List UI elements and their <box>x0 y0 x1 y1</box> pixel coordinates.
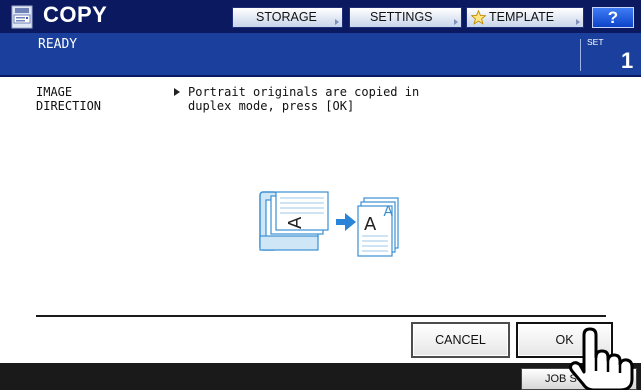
app-title: COPY <box>43 2 108 27</box>
submenu-arrow-icon <box>454 19 458 25</box>
help-button[interactable]: ? <box>592 7 634 28</box>
top-header: COPY STORAGE SETTINGS TEMPLATE ? <box>0 0 641 33</box>
hand-pointer-icon <box>569 327 634 390</box>
storage-button-label: STORAGE <box>256 10 317 24</box>
message-label-line1: IMAGE <box>36 85 73 99</box>
svg-text:A: A <box>285 216 306 229</box>
set-count: 1 <box>621 48 634 73</box>
message-label-line2: DIRECTION <box>36 99 102 113</box>
cancel-button[interactable]: CANCEL <box>411 322 510 358</box>
message-panel: IMAGE DIRECTION Portrait originals are c… <box>0 77 641 363</box>
status-bar: READY SET 1 <box>0 33 641 77</box>
separator <box>36 315 606 317</box>
settings-button[interactable]: SETTINGS <box>349 7 462 28</box>
pointer-arrow-icon <box>174 88 180 96</box>
template-button[interactable]: TEMPLATE <box>466 7 584 28</box>
message-text-line2: duplex mode, press [OK] <box>188 99 355 113</box>
set-divider <box>580 39 581 71</box>
template-button-label: TEMPLATE <box>489 10 555 24</box>
copy-machine-icon <box>11 5 33 29</box>
svg-text:A: A <box>383 204 393 220</box>
message-text-line1: Portrait originals are copied in <box>188 85 420 99</box>
svg-text:A: A <box>364 214 377 235</box>
set-label: SET <box>587 37 604 47</box>
star-icon <box>471 10 486 25</box>
status-text: READY <box>38 37 78 52</box>
submenu-arrow-icon <box>576 19 580 25</box>
portrait-to-duplex-illustration: A A A <box>259 191 399 257</box>
settings-button-label: SETTINGS <box>370 10 433 24</box>
storage-button[interactable]: STORAGE <box>232 7 343 28</box>
submenu-arrow-icon <box>335 19 339 25</box>
